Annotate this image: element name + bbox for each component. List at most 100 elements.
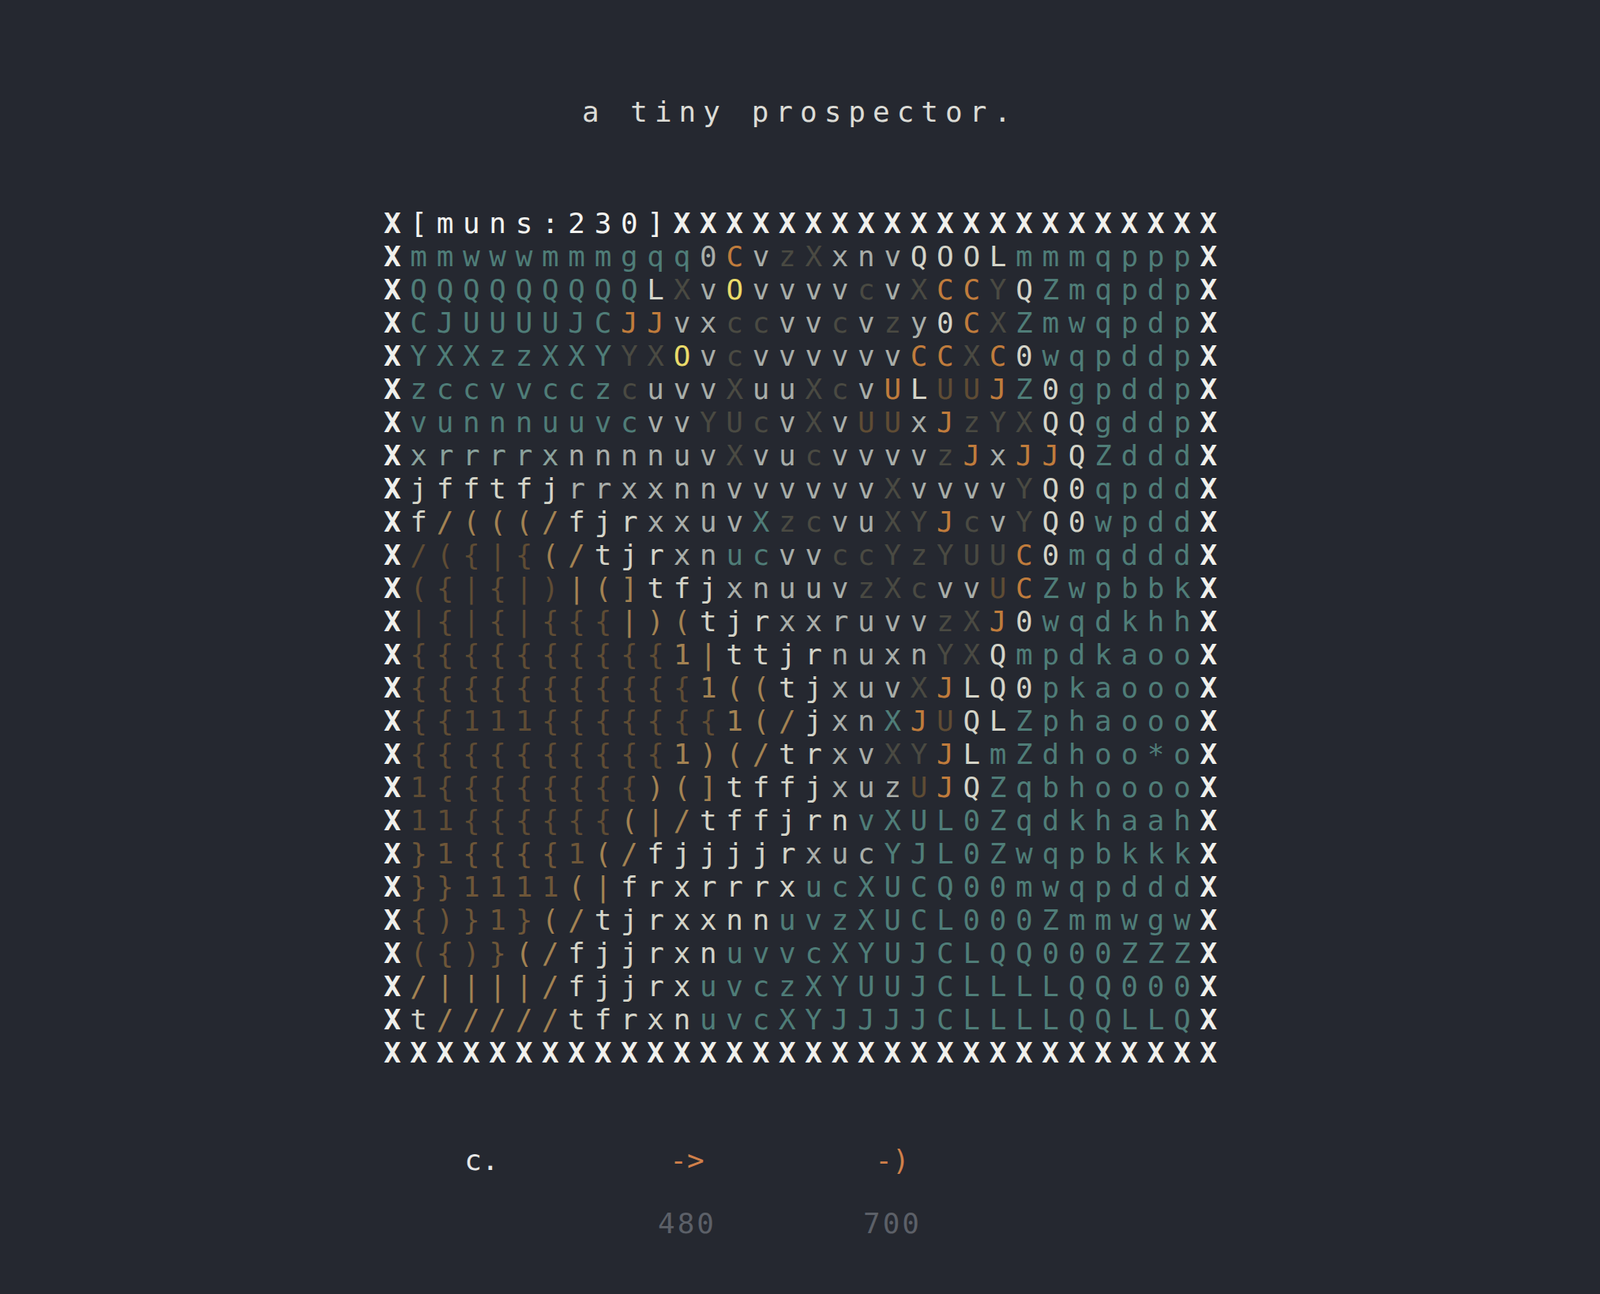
terrain-run[interactable]: Zqbhoooo bbox=[989, 770, 1201, 804]
terrain-run[interactable]: c bbox=[857, 273, 884, 307]
terrain-run[interactable]: cc bbox=[725, 306, 779, 340]
terrain-run[interactable]: X bbox=[910, 273, 937, 307]
terrain-run[interactable]: uvzXUCL000Zmmwgw bbox=[778, 903, 1200, 937]
terrain-run[interactable]: 1| bbox=[673, 638, 727, 672]
terrain-run[interactable]: U bbox=[910, 770, 937, 804]
terrain-run[interactable]: 0 bbox=[1041, 538, 1068, 572]
terrain-run[interactable]: 0 bbox=[699, 240, 726, 274]
terrain-run[interactable]: v bbox=[778, 405, 805, 440]
terrain-run[interactable]: ({|{|) bbox=[409, 571, 568, 605]
terrain-run[interactable]: tfrxn bbox=[567, 1002, 700, 1037]
terrain-run[interactable]: gpddp bbox=[1068, 372, 1201, 406]
terrain-run[interactable]: 1)(/ bbox=[673, 737, 779, 771]
terrain-run[interactable]: mqddd bbox=[1068, 538, 1201, 572]
terrain-run[interactable]: fjjrx bbox=[567, 969, 700, 1003]
terrain-run[interactable]: /({|{ bbox=[409, 538, 542, 572]
terrain-run[interactable]: JJ bbox=[1015, 439, 1069, 473]
terrain-run[interactable]: C bbox=[989, 339, 1016, 373]
terrain-run[interactable]: Xc bbox=[804, 372, 858, 406]
action-item[interactable]: ->480 bbox=[584, 1140, 790, 1244]
terrain-run[interactable]: |(] bbox=[567, 571, 647, 605]
terrain-run[interactable]: zX bbox=[778, 240, 832, 274]
terrain-run[interactable]: |{|{|{{{ bbox=[409, 604, 621, 639]
terrain-run[interactable]: rrxxnnvvvvvv bbox=[567, 472, 884, 506]
terrain-run[interactable]: J bbox=[962, 439, 989, 473]
terrain-run[interactable]: Q bbox=[989, 638, 1016, 672]
terrain-run[interactable]: t bbox=[409, 1002, 436, 1037]
terrain-run[interactable]: YUc bbox=[699, 405, 779, 440]
terrain-run[interactable]: 1{{{{{{{{ bbox=[409, 770, 647, 804]
terrain-run[interactable]: J bbox=[936, 505, 963, 539]
terrain-run[interactable]: UU bbox=[857, 405, 911, 440]
terrain-run[interactable]: {{{{{{{{{{ bbox=[409, 737, 673, 771]
terrain-run[interactable]: U bbox=[883, 372, 910, 406]
terrain-run[interactable]: X bbox=[752, 505, 779, 539]
terrain-run[interactable]: vunnnuuvc bbox=[409, 405, 647, 440]
terrain-run[interactable]: tj bbox=[778, 671, 832, 705]
terrain-run[interactable]: CC bbox=[910, 339, 964, 373]
terrain-run[interactable]: vv bbox=[646, 405, 700, 440]
terrain-run[interactable]: mpdkaoo bbox=[1015, 638, 1200, 672]
terrain-run[interactable]: XY bbox=[883, 505, 937, 539]
terrain-run[interactable]: Q bbox=[1015, 273, 1042, 307]
terrain-run[interactable]: xnv bbox=[831, 240, 911, 274]
terrain-run[interactable]: Q bbox=[962, 770, 989, 804]
terrain-run[interactable]: uc bbox=[725, 538, 779, 572]
terrain-run[interactable]: vvvvvv bbox=[752, 339, 911, 373]
terrain-run[interactable]: zc bbox=[778, 505, 832, 539]
terrain-run[interactable]: vu bbox=[752, 439, 806, 473]
terrain-run[interactable]: nnnnuv bbox=[567, 439, 726, 473]
terrain-run[interactable]: 0 bbox=[1015, 604, 1042, 639]
terrain-run[interactable]: fjr bbox=[567, 505, 647, 539]
terrain-run[interactable]: CJUUUUJC bbox=[409, 306, 621, 340]
terrain-run[interactable]: x bbox=[910, 405, 937, 440]
terrain-run[interactable]: tjr bbox=[594, 538, 674, 572]
terrain-run[interactable]: y bbox=[910, 306, 937, 340]
terrain-run[interactable]: tjr bbox=[699, 604, 779, 639]
terrain-run[interactable]: {{{{{{{{{{{ bbox=[409, 671, 700, 705]
terrain-run[interactable]: zXc bbox=[857, 571, 937, 605]
terrain-run[interactable]: L bbox=[962, 737, 989, 771]
terrain-run[interactable]: uvcXYJJJJCLLLLQQLLQ bbox=[699, 1002, 1200, 1037]
terrain-run[interactable]: vu bbox=[831, 505, 885, 539]
terrain-run[interactable]: 1(( bbox=[699, 671, 779, 705]
terrain-run[interactable]: J bbox=[936, 405, 963, 440]
terrain-run[interactable]: 11{{{{{{ bbox=[409, 803, 621, 838]
terrain-run[interactable]: xn bbox=[831, 704, 885, 738]
terrain-run[interactable]: wqdkhh bbox=[1041, 604, 1200, 639]
terrain-run[interactable]: uvv bbox=[646, 372, 726, 406]
terrain-run[interactable]: {{{{{{{{{{ bbox=[409, 638, 673, 672]
terrain-run[interactable]: JJ bbox=[620, 306, 674, 340]
terrain-run[interactable]: xxuv bbox=[646, 505, 752, 539]
terrain-run[interactable]: YX bbox=[936, 638, 990, 672]
terrain-run[interactable]: ccYzYUU bbox=[831, 538, 1016, 572]
terrain-run[interactable]: Y bbox=[1015, 472, 1042, 506]
terrain-run[interactable]: J bbox=[910, 704, 937, 738]
terrain-run[interactable]: CC bbox=[936, 273, 990, 307]
terrain-run[interactable]: X bbox=[989, 306, 1016, 340]
terrain-run[interactable]: L bbox=[910, 372, 937, 406]
terrain-run[interactable]: /||||/ bbox=[409, 969, 568, 1003]
terrain-run[interactable]: v bbox=[989, 505, 1016, 539]
terrain-run[interactable]: zYX bbox=[962, 405, 1042, 440]
terrain-run[interactable]: 1(/ bbox=[725, 704, 805, 738]
terrain-run[interactable]: xxruvv bbox=[778, 604, 937, 639]
terrain-run[interactable]: uvvcXYUJCLQQ000ZZZ bbox=[725, 936, 1200, 970]
terrain-run[interactable]: vv bbox=[936, 571, 990, 605]
terrain-run[interactable]: C bbox=[1015, 538, 1042, 572]
terrain-run[interactable]: fjjrxn bbox=[567, 936, 726, 970]
terrain-run[interactable]: Q0 bbox=[1041, 505, 1095, 539]
terrain-run[interactable]: nuxn bbox=[831, 638, 937, 672]
terrain-run[interactable]: QQ bbox=[1041, 405, 1095, 440]
terrain-run[interactable]: U bbox=[989, 571, 1016, 605]
terrain-run[interactable]: Y bbox=[989, 273, 1016, 307]
terrain-run[interactable]: Zddd bbox=[1094, 439, 1200, 473]
terrain-run[interactable]: mZdhoo*o bbox=[989, 737, 1201, 771]
terrain-run[interactable]: mmwwwmmmgqq bbox=[409, 240, 700, 274]
terrain-run[interactable]: xrrrrx bbox=[409, 439, 568, 473]
terrain-run[interactable]: (/ bbox=[515, 936, 569, 970]
terrain-run[interactable]: Zmqpdp bbox=[1041, 273, 1200, 307]
terrain-run[interactable]: tffjrn bbox=[699, 803, 858, 838]
terrain-run[interactable]: X bbox=[725, 372, 752, 406]
action-label[interactable]: c. bbox=[464, 1140, 499, 1180]
